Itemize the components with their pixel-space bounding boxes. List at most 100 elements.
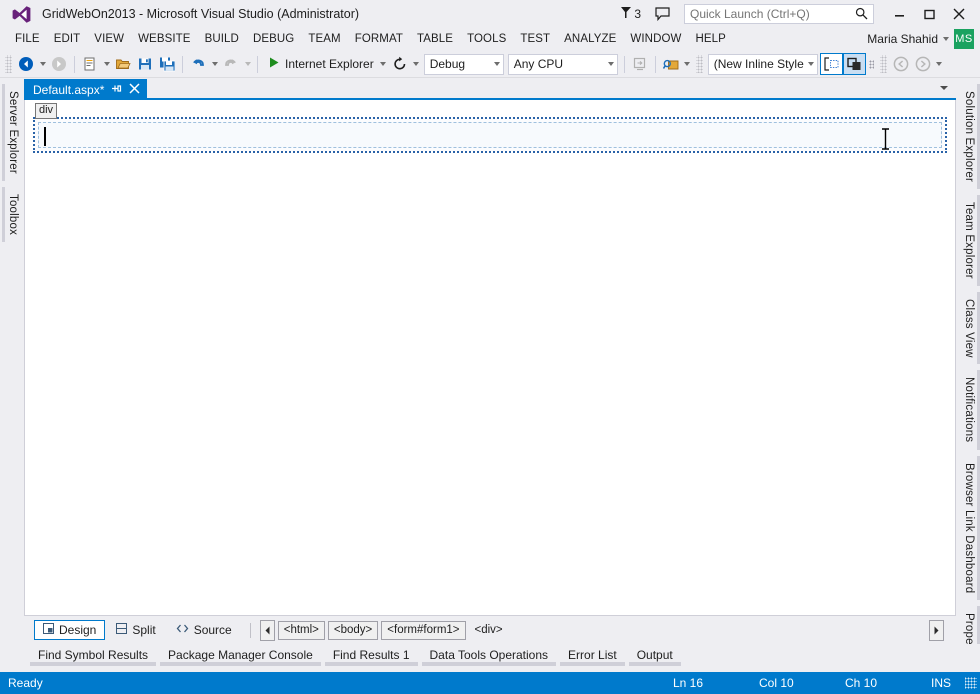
- toolbar-grip[interactable]: [5, 55, 12, 73]
- maximize-button[interactable]: [914, 3, 944, 25]
- menu-item-format[interactable]: FORMAT: [348, 30, 410, 48]
- menu-item-file[interactable]: FILE: [8, 30, 47, 48]
- menu-item-build[interactable]: BUILD: [198, 30, 246, 48]
- navigate-back-icon[interactable]: [15, 53, 37, 75]
- menu-item-edit[interactable]: EDIT: [47, 30, 88, 48]
- tab-error-list[interactable]: Error List: [560, 646, 625, 666]
- menu-item-team[interactable]: TEAM: [301, 30, 347, 48]
- design-view-icon: [43, 623, 54, 637]
- toolbar-separator-2: [182, 55, 183, 73]
- new-item-icon[interactable]: [79, 53, 101, 75]
- tab-find-results-1[interactable]: Find Results 1: [324, 646, 418, 666]
- new-item-dropdown[interactable]: [101, 53, 112, 75]
- bottom-tool-window-tabs: Find Symbol Results Package Manager Cons…: [0, 644, 980, 672]
- start-debugging-target: Internet Explorer: [285, 57, 374, 71]
- refresh-dropdown[interactable]: [411, 53, 422, 75]
- forward-circle-icon[interactable]: [912, 53, 934, 75]
- redo-icon[interactable]: [220, 53, 242, 75]
- resize-grip-icon[interactable]: [965, 677, 977, 689]
- menu-item-tools[interactable]: TOOLS: [460, 30, 513, 48]
- sidebar-item-team-explorer[interactable]: Team Explorer: [960, 194, 980, 286]
- tag-chip-html[interactable]: <html>: [277, 620, 325, 640]
- tab-find-symbol-results[interactable]: Find Symbol Results: [30, 646, 157, 666]
- view-button-design[interactable]: Design: [34, 620, 106, 640]
- style-application-combo[interactable]: (New Inline Style: [707, 53, 818, 75]
- browser-nav-grip[interactable]: [879, 55, 887, 73]
- menu-item-analyze[interactable]: ANALYZE: [557, 30, 623, 48]
- notifications-button[interactable]: 3: [620, 6, 641, 22]
- minimize-button[interactable]: [884, 3, 914, 25]
- sidebar-item-solution-explorer[interactable]: Solution Explorer: [960, 84, 980, 189]
- refresh-icon[interactable]: [389, 53, 411, 75]
- show-visual-aids-toggle[interactable]: [842, 53, 866, 75]
- find-overflow-button[interactable]: [682, 53, 693, 75]
- tab-data-tools-operations[interactable]: Data Tools Operations: [421, 646, 557, 666]
- sidebar-item-browser-link-dashboard[interactable]: Browser Link Dashboard: [960, 455, 980, 600]
- save-all-icon[interactable]: [156, 53, 178, 75]
- style-toolbar-grip[interactable]: [695, 55, 703, 73]
- menu-item-view[interactable]: VIEW: [87, 30, 131, 48]
- chevron-down-icon: [936, 62, 943, 66]
- document-tab-default-aspx[interactable]: Default.aspx*: [24, 79, 148, 100]
- pin-icon[interactable]: [111, 83, 122, 97]
- tab-list-chevron-icon[interactable]: [940, 85, 948, 90]
- sidebar-item-server-explorer[interactable]: Server Explorer: [2, 84, 22, 181]
- style-application-value: (New Inline Style: [713, 57, 804, 71]
- tab-package-manager-console[interactable]: Package Manager Console: [160, 646, 321, 666]
- close-button[interactable]: [944, 3, 974, 25]
- solution-configuration-combo[interactable]: Debug: [423, 53, 504, 75]
- menu-item-website[interactable]: WEBSITE: [131, 30, 197, 48]
- document-tab-strip: Default.aspx*: [24, 78, 956, 100]
- menu-item-window[interactable]: WINDOW: [623, 30, 688, 48]
- div-element-selection[interactable]: [33, 117, 947, 153]
- menu-item-table[interactable]: TABLE: [410, 30, 460, 48]
- open-file-icon[interactable]: [112, 53, 134, 75]
- tag-navigator: <html> <body> <form#form1> <div>: [259, 619, 509, 641]
- undo-dropdown[interactable]: [209, 53, 220, 75]
- sidebar-item-class-view[interactable]: Class View: [960, 291, 980, 365]
- attach-to-process-icon[interactable]: [629, 53, 651, 75]
- tab-output[interactable]: Output: [628, 646, 681, 666]
- design-surface[interactable]: div: [24, 100, 956, 616]
- solution-platform-combo[interactable]: Any CPU: [507, 53, 618, 75]
- menu-item-debug[interactable]: DEBUG: [246, 30, 301, 48]
- sidebar-item-notifications[interactable]: Notifications: [960, 370, 980, 450]
- toolbar-separator: [74, 55, 75, 73]
- menu-item-test[interactable]: TEST: [513, 30, 557, 48]
- tag-chip-body[interactable]: <body>: [327, 620, 379, 640]
- view-button-split[interactable]: Split: [107, 620, 164, 640]
- user-account-button[interactable]: Maria Shahid MS: [867, 29, 974, 49]
- document-tab-label: Default.aspx*: [33, 82, 105, 97]
- undo-icon[interactable]: [187, 53, 209, 75]
- feedback-button[interactable]: [655, 7, 670, 21]
- visual-studio-logo-icon: [8, 1, 34, 27]
- style-overflow-button[interactable]: [866, 53, 877, 75]
- tag-chip-form[interactable]: <form#form1>: [381, 620, 466, 640]
- quick-launch-input[interactable]: [685, 7, 850, 21]
- navigate-forward-icon[interactable]: [48, 53, 70, 75]
- view-button-source[interactable]: Source: [167, 620, 241, 640]
- account-name: Maria Shahid: [867, 32, 938, 46]
- sidebar-item-toolbox[interactable]: Toolbox: [2, 186, 22, 242]
- find-in-files-icon[interactable]: [660, 53, 682, 75]
- menu-item-help[interactable]: HELP: [688, 30, 732, 48]
- scroll-right-icon[interactable]: [929, 619, 944, 641]
- start-debugging-dropdown[interactable]: [378, 53, 389, 75]
- split-view-icon: [116, 623, 128, 637]
- scroll-left-icon[interactable]: [259, 619, 275, 641]
- tag-chip-div[interactable]: <div>: [469, 621, 509, 640]
- navigate-back-dropdown[interactable]: [37, 53, 48, 75]
- view-bar-separator: [249, 622, 251, 638]
- div-element-content[interactable]: [38, 122, 942, 148]
- show-block-selection-toggle[interactable]: [819, 53, 843, 75]
- back-circle-icon[interactable]: [890, 53, 912, 75]
- save-icon[interactable]: [134, 53, 156, 75]
- quick-launch-box[interactable]: [684, 4, 874, 24]
- toolbar-separator-3: [257, 55, 258, 73]
- toolbar-overflow-button[interactable]: [934, 53, 945, 75]
- start-debugging-button[interactable]: Internet Explorer: [262, 53, 378, 75]
- redo-dropdown[interactable]: [242, 53, 253, 75]
- close-icon[interactable]: [129, 82, 140, 97]
- selected-tag-badge[interactable]: div: [35, 103, 58, 119]
- overflow-dots-icon: [868, 59, 874, 69]
